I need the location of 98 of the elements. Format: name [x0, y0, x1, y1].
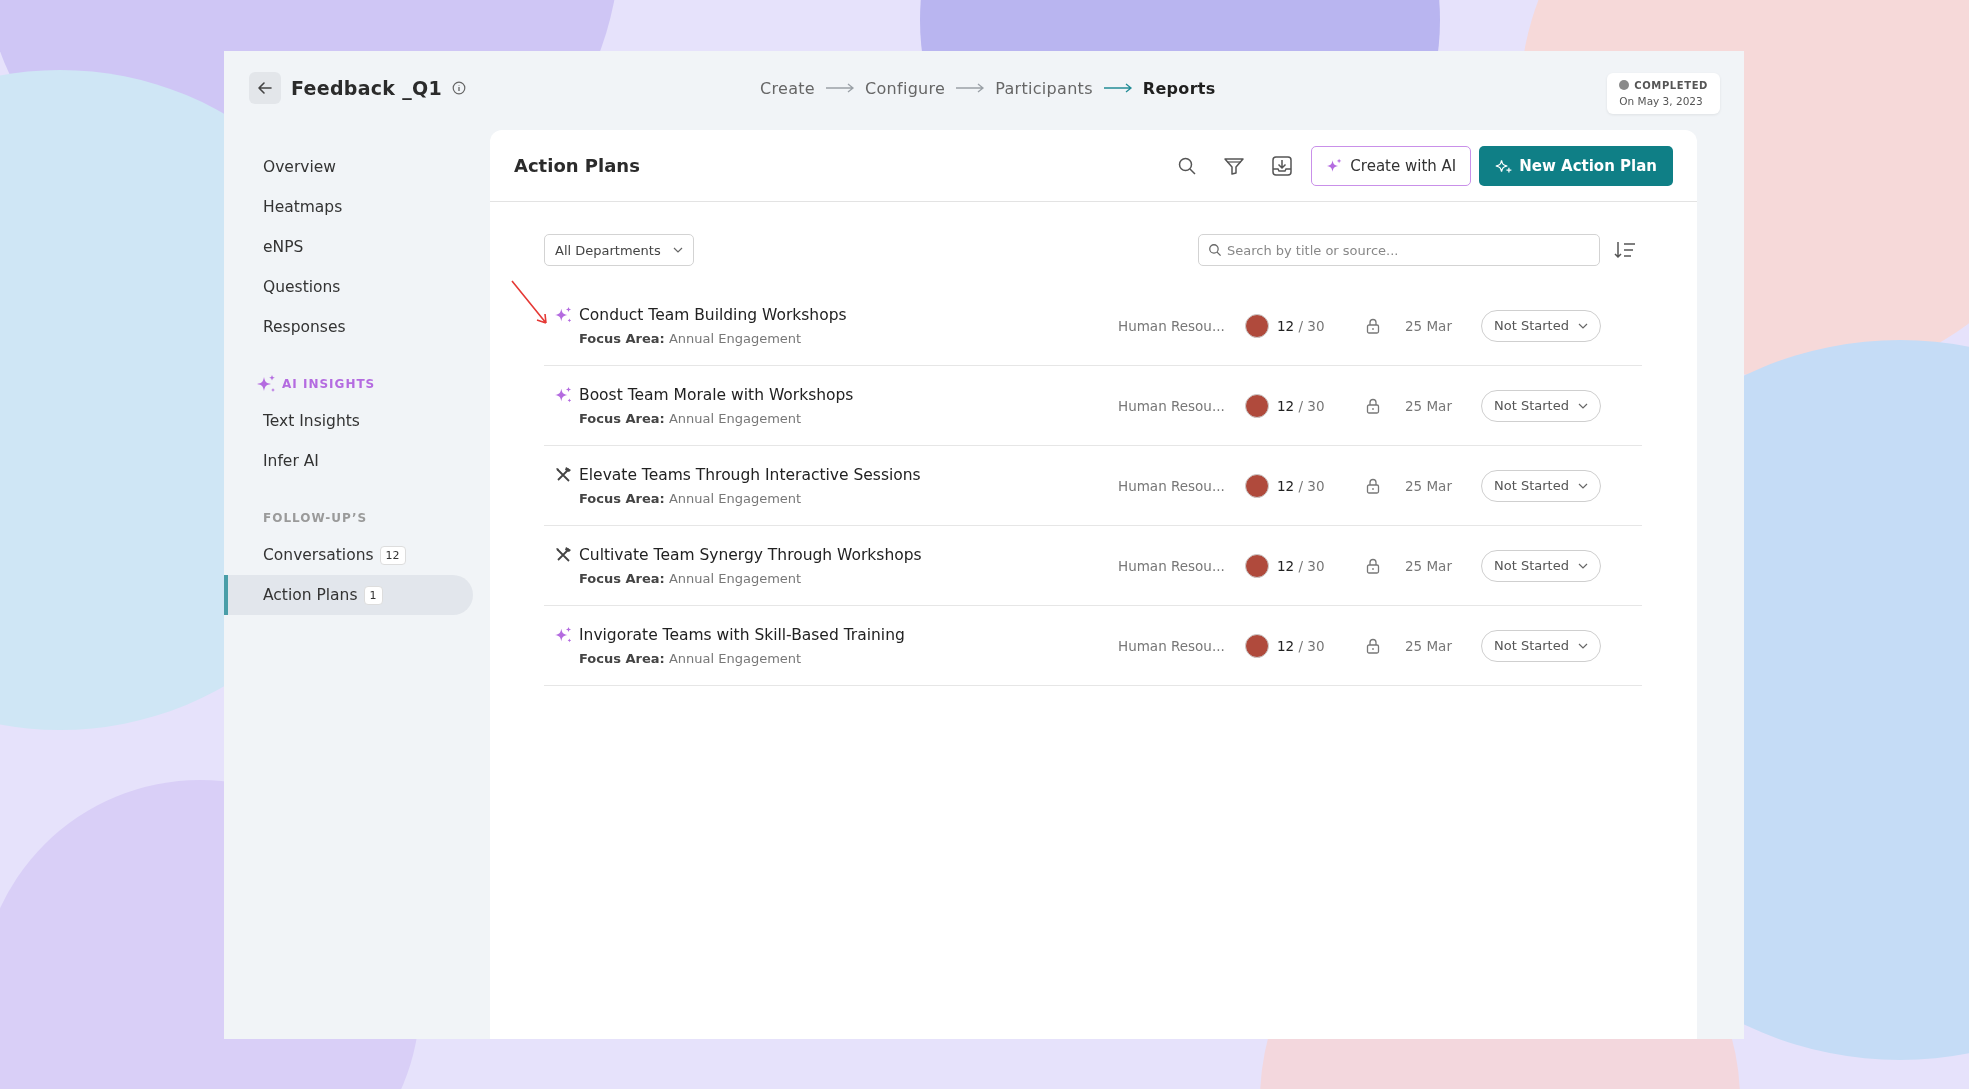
status-dropdown[interactable]: Not Started [1481, 309, 1601, 342]
sidebar-label: Responses [263, 318, 346, 336]
chevron-down-icon [1577, 482, 1588, 489]
progress-count: 12 / 30 [1277, 397, 1326, 414]
step-tab[interactable]: Reports [1142, 78, 1216, 98]
sidebar-item[interactable]: Infer AI [224, 441, 473, 481]
sidebar-label: Action Plans [263, 586, 358, 604]
chevron-down-icon [1577, 562, 1588, 569]
search-field[interactable]: Search by title or source... [1198, 234, 1600, 266]
step-tab[interactable]: Configure [864, 78, 946, 98]
sidebar-label: Conversations [263, 546, 374, 564]
avatar [1245, 313, 1269, 338]
department-text: Human Resou... [1118, 397, 1226, 414]
search-icon [1208, 243, 1222, 257]
status-dropdown[interactable]: Not Started [1481, 469, 1601, 502]
sidebar-label: eNPS [263, 238, 304, 256]
sidebar-item[interactable]: Questions [224, 267, 473, 307]
department-text: Human Resou... [1118, 557, 1226, 574]
avatar [1245, 473, 1269, 498]
sidebar-item[interactable]: eNPS [224, 227, 473, 267]
arrow-icon [824, 83, 855, 93]
sidebar-item[interactable]: Text Insights [224, 401, 473, 441]
back-arrow-icon [256, 79, 274, 97]
survey-title: Feedback _Q1 [291, 77, 442, 99]
sidebar-label: Questions [263, 278, 341, 296]
due-date: 25 Mar [1405, 397, 1453, 414]
arrow-icon [1102, 83, 1133, 93]
focus-area: Focus Area: Annual Engagement [554, 410, 1114, 426]
sidebar-label: Text Insights [263, 412, 360, 430]
focus-area: Focus Area: Annual Engagement [554, 490, 1114, 506]
plan-title[interactable]: Elevate Teams Through Interactive Sessions [579, 465, 921, 484]
chevron-down-icon [1577, 402, 1588, 409]
progress-count: 12 / 30 [1277, 477, 1326, 494]
tools-icon [554, 545, 574, 564]
avatar [1245, 553, 1269, 578]
due-date: 25 Mar [1405, 477, 1453, 494]
plan-title[interactable]: Invigorate Teams with Skill-Based Training [579, 625, 905, 644]
back-button[interactable] [249, 72, 281, 104]
section-heading: AI INSIGHTS [282, 377, 376, 391]
lock-icon [1366, 397, 1380, 414]
sidebar-label: Heatmaps [263, 198, 343, 216]
sidebar-item[interactable]: Overview [224, 147, 473, 187]
count-badge: 1 [363, 585, 383, 605]
sparkle-icon [554, 305, 574, 324]
avatar [1245, 633, 1269, 658]
sidebar-label: Infer AI [263, 452, 319, 470]
tools-icon [554, 465, 574, 484]
filter-icon[interactable] [1223, 155, 1246, 176]
section-heading: FOLLOW-UP’S [263, 511, 368, 525]
sparkle-icon [554, 385, 574, 404]
department-text: Human Resou... [1118, 477, 1226, 494]
progress-count: 12 / 30 [1277, 557, 1326, 574]
sidebar-item[interactable]: Action Plans 1 [224, 575, 473, 615]
due-date: 25 Mar [1405, 557, 1453, 574]
progress-count: 12 / 30 [1277, 317, 1326, 334]
department-dropdown[interactable]: All Departments [544, 234, 694, 266]
focus-area: Focus Area: Annual Engagement [554, 330, 1114, 346]
chevron-down-icon [1577, 642, 1588, 649]
arrow-drawing [510, 279, 550, 327]
lock-icon [1366, 637, 1380, 654]
info-icon[interactable] [452, 81, 466, 95]
department-text: Human Resou... [1118, 637, 1226, 654]
focus-area: Focus Area: Annual Engagement [554, 650, 1114, 666]
due-date: 25 Mar [1405, 317, 1453, 334]
chevron-down-icon [1577, 322, 1588, 329]
sidebar-item[interactable]: Responses [224, 307, 473, 347]
sidebar-item[interactable]: Conversations 12 [224, 535, 473, 575]
step-tab[interactable]: Create [760, 78, 815, 98]
sidebar-item[interactable]: Heatmaps [224, 187, 473, 227]
status-dot [1619, 80, 1630, 90]
plan-title[interactable]: Boost Team Morale with Workshops [579, 385, 854, 404]
lock-icon [1366, 317, 1380, 334]
status-dropdown[interactable]: Not Started [1481, 629, 1601, 662]
sidebar-label: Overview [263, 158, 336, 176]
step-tab[interactable]: Participants [995, 78, 1093, 98]
avatar [1245, 393, 1269, 418]
create-with-ai-button[interactable]: Create with AI [1311, 145, 1472, 186]
count-badge: 12 [379, 545, 406, 565]
sort-icon[interactable] [1614, 240, 1636, 260]
status-label: COMPLETED [1634, 79, 1708, 91]
progress-count: 12 / 30 [1277, 637, 1326, 654]
arrow-icon [955, 83, 986, 93]
panel-title: Action Plans [514, 155, 640, 176]
status-date: On May 3, 2023 [1619, 94, 1704, 107]
lock-icon [1366, 557, 1380, 574]
new-action-plan-button[interactable]: New Action Plan [1479, 145, 1673, 186]
sparkle-icon [554, 625, 574, 644]
due-date: 25 Mar [1405, 637, 1453, 654]
lock-icon [1366, 477, 1380, 494]
download-icon[interactable] [1271, 154, 1294, 177]
chevron-down-icon [672, 247, 683, 253]
search-icon[interactable] [1177, 155, 1198, 176]
plan-title[interactable]: Cultivate Team Synergy Through Workshops [579, 545, 922, 564]
focus-area: Focus Area: Annual Engagement [554, 570, 1114, 586]
department-text: Human Resou... [1118, 317, 1226, 334]
status-dropdown[interactable]: Not Started [1481, 389, 1601, 422]
status-dropdown[interactable]: Not Started [1481, 549, 1601, 582]
plan-title[interactable]: Conduct Team Building Workshops [579, 305, 847, 324]
